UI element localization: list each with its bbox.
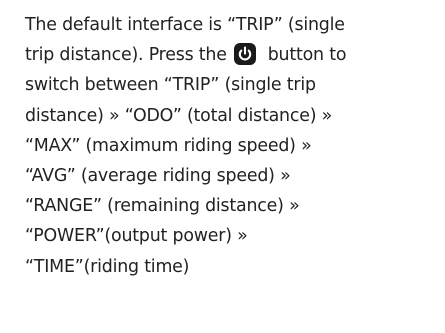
paragraph-line: The default interface is “TRIP” (single bbox=[25, 15, 345, 35]
power-icon bbox=[234, 43, 257, 66]
paragraph-line: “AVG” (average riding speed) » bbox=[25, 165, 291, 186]
paragraph-text: trip distance). Press the bbox=[25, 45, 233, 66]
paragraph-line: distance) » “ODO” (total distance) » bbox=[25, 105, 333, 126]
paragraph-text: button to bbox=[257, 45, 347, 66]
paragraph-line: “RANGE” (remaining distance) » bbox=[25, 196, 300, 217]
paragraph-line: “MAX” (maximum riding speed) » bbox=[25, 135, 312, 156]
paragraph-line: switch between “TRIP” (single trip bbox=[25, 75, 316, 96]
paragraph-line-with-icon: trip distance). Press the button to bbox=[25, 40, 443, 70]
paragraph-line: “TIME”(riding time) bbox=[25, 256, 190, 277]
paragraph-line: “POWER”(output power) » bbox=[25, 226, 248, 247]
instruction-paragraph: The default interface is “TRIP” (single … bbox=[25, 10, 443, 282]
